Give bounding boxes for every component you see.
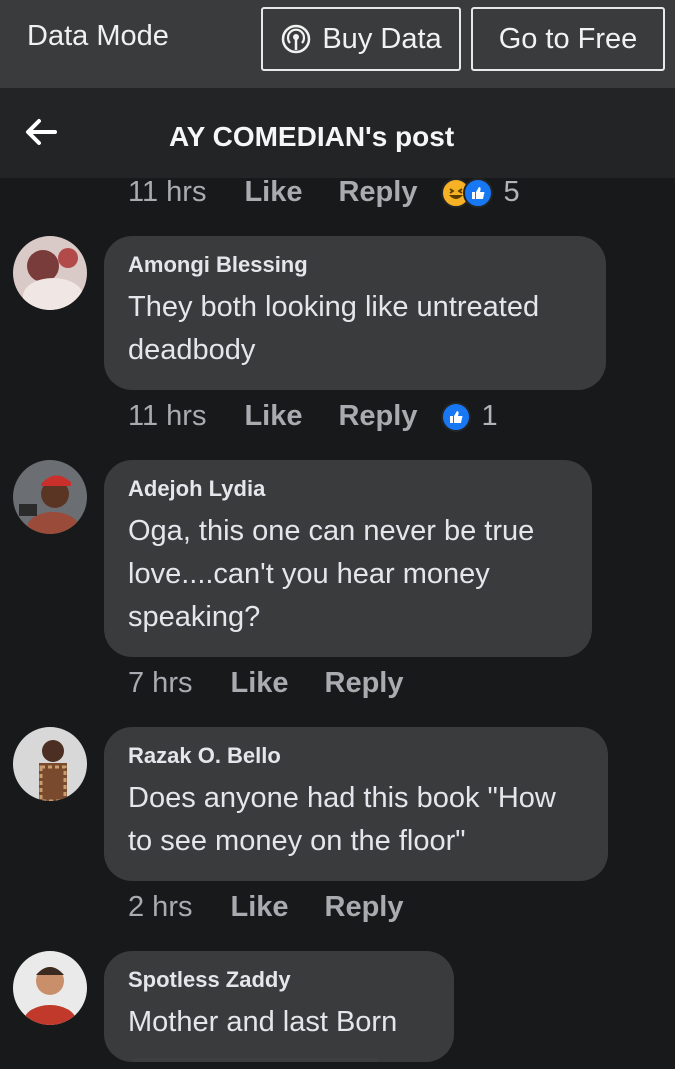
post-header: AY COMEDIAN's post bbox=[0, 88, 675, 178]
go-to-free-button[interactable]: Go to Free bbox=[471, 7, 665, 71]
reply-button[interactable]: Reply bbox=[325, 667, 404, 700]
comment-meta-row: 7 hrs Like Reply bbox=[128, 667, 404, 700]
comment-time: 2 hrs bbox=[128, 891, 193, 923]
reaction-summary[interactable]: 1 bbox=[441, 400, 498, 433]
data-mode-bar: Data Mode Buy Data Go to Free bbox=[0, 0, 675, 88]
comment-bubble[interactable]: Spotless Zaddy Mother and last Born bbox=[104, 951, 454, 1062]
comment-text: They both looking like untreated deadbod… bbox=[128, 291, 540, 366]
comment-text: Does anyone had this book "How to see mo… bbox=[128, 782, 556, 857]
comment-text: Oga, this one can never be true love....… bbox=[128, 515, 535, 633]
comment-time: 11 hrs bbox=[128, 176, 207, 208]
page-title: AY COMEDIAN's post bbox=[169, 121, 455, 152]
like-button[interactable]: Like bbox=[230, 667, 288, 700]
comment-author[interactable]: Razak O. Bello bbox=[128, 743, 584, 769]
buy-data-label: Buy Data bbox=[322, 22, 442, 55]
comment-text: Mother and last Born bbox=[128, 1006, 398, 1038]
buy-data-button[interactable]: Buy Data bbox=[261, 7, 461, 71]
comment-bubble[interactable]: Amongi Blessing They both looking like u… bbox=[104, 236, 606, 390]
comment-bubble[interactable]: Adejoh Lydia Oga, this one can never be … bbox=[104, 460, 592, 657]
avatar[interactable] bbox=[13, 951, 87, 1025]
comment-meta-row: 2 hrs Like Reply bbox=[128, 891, 404, 924]
avatar[interactable] bbox=[13, 460, 87, 534]
reaction-count: 5 bbox=[503, 176, 520, 208]
reply-button[interactable]: Reply bbox=[338, 400, 417, 433]
comment-meta-row: 11 hrs Like Reply 1 bbox=[128, 400, 498, 433]
comment-bubble[interactable]: Razak O. Bello Does anyone had this book… bbox=[104, 727, 608, 881]
wireless-broadcast-icon bbox=[282, 24, 311, 54]
bottom-scroll-indicator bbox=[132, 1058, 378, 1062]
reply-button[interactable]: Reply bbox=[338, 176, 417, 209]
like-button[interactable]: Like bbox=[244, 176, 302, 209]
reaction-count: 1 bbox=[481, 400, 498, 432]
avatar[interactable] bbox=[13, 727, 87, 801]
like-button[interactable]: Like bbox=[230, 891, 288, 924]
like-reaction-icon bbox=[441, 401, 472, 432]
avatar[interactable] bbox=[13, 236, 87, 310]
comment-time: 7 hrs bbox=[128, 667, 193, 699]
reply-button[interactable]: Reply bbox=[325, 891, 404, 924]
comment-author[interactable]: Spotless Zaddy bbox=[128, 967, 430, 993]
like-reaction-icon bbox=[463, 177, 494, 208]
data-mode-label: Data Mode bbox=[27, 20, 169, 52]
go-to-free-label: Go to Free bbox=[498, 22, 638, 55]
comment-time: 11 hrs bbox=[128, 400, 207, 432]
comment-author[interactable]: Amongi Blessing bbox=[128, 252, 582, 278]
comment-author[interactable]: Adejoh Lydia bbox=[128, 476, 568, 502]
arrow-left-icon[interactable] bbox=[24, 118, 58, 146]
reaction-summary[interactable]: 5 bbox=[441, 176, 520, 209]
comment-meta-row: 11 hrs Like Reply 5 bbox=[128, 176, 520, 209]
like-button[interactable]: Like bbox=[244, 400, 302, 433]
